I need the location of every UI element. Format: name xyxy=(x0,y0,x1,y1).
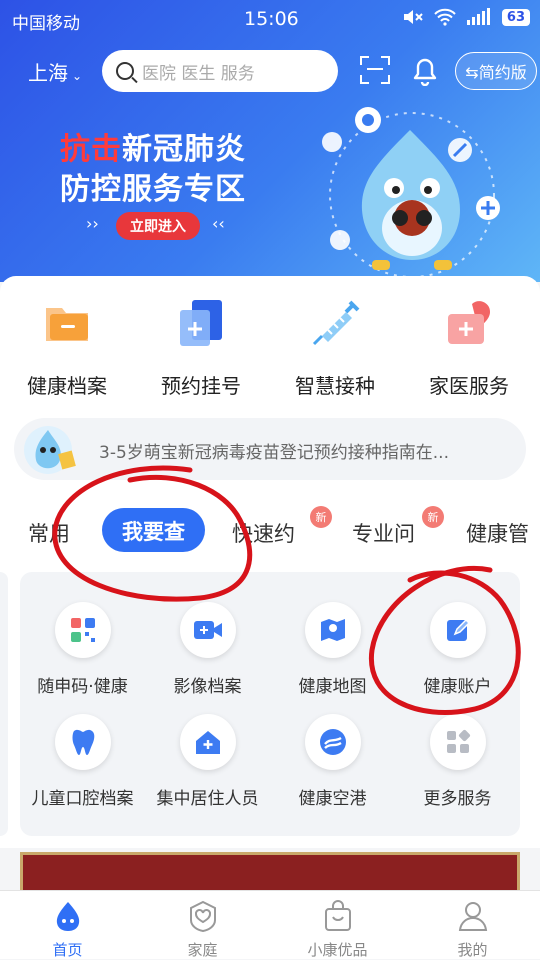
scan-icon[interactable] xyxy=(360,56,390,84)
tabbar-shop[interactable]: 小康优品 xyxy=(270,891,405,959)
status-icons: 63 xyxy=(402,8,530,26)
tabbar-home[interactable]: 首页 xyxy=(0,891,135,959)
tabbar-label: 我的 xyxy=(457,941,488,959)
tooth-icon xyxy=(72,729,94,755)
service-label: 集中居住人员 xyxy=(156,789,259,809)
video-icon xyxy=(193,621,222,639)
edit-icon xyxy=(446,618,470,641)
tabbar-label: 首页 xyxy=(52,941,83,959)
service-label: 更多服务 xyxy=(423,789,492,809)
medical-kit-icon xyxy=(448,301,490,344)
mascot-avatar-icon xyxy=(24,426,76,474)
service-health-airport[interactable]: 健康空港 xyxy=(270,714,395,809)
city-label: 上海 xyxy=(28,61,68,85)
hero-header: 中国移动 15:06 63 上海 ⌄ 医院 医生 服务 ⇆简约版 抗击新冠肺炎 防… xyxy=(0,0,540,282)
battery-indicator: 63 xyxy=(501,8,530,26)
quick-label: 家医服务 xyxy=(429,374,509,398)
quick-label: 预约挂号 xyxy=(161,374,241,398)
tab-health-management[interactable]: 健康管 xyxy=(466,518,529,548)
tabbar-label: 小康优品 xyxy=(307,941,368,959)
service-health-account[interactable]: 健康账户 xyxy=(395,602,520,697)
banner-subtitle: 防控服务专区 xyxy=(60,172,246,207)
status-bar: 中国移动 15:06 63 xyxy=(0,0,540,38)
city-selector[interactable]: 上海 ⌄ xyxy=(28,57,82,86)
service-label: 儿童口腔档案 xyxy=(31,789,134,809)
covid-banner[interactable]: 抗击新冠肺炎 防控服务专区 ›› 立即进入 ‹‹ xyxy=(0,100,540,280)
register-icon xyxy=(180,300,222,346)
quick-family-doctor[interactable]: 家医服务 xyxy=(402,296,536,399)
tab-query[interactable]: 我要查 xyxy=(102,508,205,552)
banner-title: 抗击新冠肺炎 xyxy=(60,132,246,167)
certificate-preview[interactable] xyxy=(0,848,540,894)
simple-mode-button[interactable]: ⇆简约版 xyxy=(455,52,537,90)
tab-common[interactable]: 常用 xyxy=(28,518,70,548)
bell-icon[interactable] xyxy=(411,54,439,86)
family-icon xyxy=(189,900,216,933)
map-icon xyxy=(320,619,345,641)
service-more[interactable]: 更多服务 xyxy=(395,714,520,809)
service-label: 健康空港 xyxy=(298,789,367,809)
previous-page-peek xyxy=(0,572,8,836)
category-tabs: 常用 我要查 快速约 专业问 新 健康管 新 xyxy=(0,506,540,558)
shopping-bag-icon xyxy=(324,900,351,931)
new-badge: 新 xyxy=(310,506,332,528)
top-bar: 上海 ⌄ 医院 医生 服务 ⇆简约版 xyxy=(0,46,540,94)
quick-register[interactable]: 预约挂号 xyxy=(134,296,268,399)
grid-icon xyxy=(446,729,470,753)
home-plus-icon xyxy=(195,731,220,754)
tabbar-label: 家庭 xyxy=(187,941,218,959)
service-label: 健康地图 xyxy=(298,677,367,697)
certificate-image xyxy=(20,852,520,894)
wifi-icon xyxy=(434,8,456,26)
notice-banner[interactable]: 3-5岁萌宝新冠病毒疫苗登记预约接种指南在... xyxy=(14,418,526,480)
qr-code-icon xyxy=(70,618,95,642)
tab-quick-appointment[interactable]: 快速约 xyxy=(232,518,295,548)
service-label: 健康账户 xyxy=(423,677,492,697)
home-mascot-icon xyxy=(56,902,79,931)
new-badge: 新 xyxy=(422,506,444,528)
search-placeholder: 医院 医生 服务 xyxy=(142,63,255,84)
carrier-label: 中国移动 xyxy=(12,14,80,34)
double-chevron-left-icon: ‹‹ xyxy=(212,214,225,233)
quick-health-record[interactable]: 健康档案 xyxy=(0,296,134,399)
tab-professional-ask[interactable]: 专业问 xyxy=(352,518,415,548)
main-panel: 健康档案 预约挂号 智慧接种 家医服务 3-5岁萌宝新冠病毒疫苗登记预约接种指南… xyxy=(0,276,540,848)
syringe-icon xyxy=(312,300,360,346)
user-icon xyxy=(458,902,487,931)
quick-label: 智慧接种 xyxy=(295,374,375,398)
double-chevron-right-icon: ›› xyxy=(86,214,99,233)
mascot-illustration xyxy=(322,107,500,278)
quick-actions: 健康档案 预约挂号 智慧接种 家医服务 xyxy=(0,296,540,399)
search-input[interactable]: 医院 医生 服务 xyxy=(102,50,338,92)
mute-icon xyxy=(403,10,423,24)
service-health-map[interactable]: 健康地图 xyxy=(270,602,395,697)
notice-text: 3-5岁萌宝新冠病毒疫苗登记预约接种指南在... xyxy=(99,443,449,463)
airport-icon xyxy=(319,729,346,755)
clock: 15:06 xyxy=(244,8,299,30)
chevron-down-icon: ⌄ xyxy=(72,69,83,83)
search-icon xyxy=(116,62,134,80)
service-label: 随申码·健康 xyxy=(37,677,128,697)
service-centralized-residents[interactable]: 集中居住人员 xyxy=(145,714,270,809)
service-child-dental[interactable]: 儿童口腔档案 xyxy=(20,714,145,809)
quick-vaccination[interactable]: 智慧接种 xyxy=(268,296,402,399)
service-label: 影像档案 xyxy=(173,677,242,697)
enter-now-button[interactable]: 立即进入 xyxy=(116,212,200,240)
tabbar-me[interactable]: 我的 xyxy=(405,891,540,959)
folder-icon xyxy=(46,308,88,341)
signal-icon xyxy=(466,8,490,25)
service-imaging-record[interactable]: 影像档案 xyxy=(145,602,270,697)
bottom-tab-bar: 首页 家庭 小康优品 我的 xyxy=(0,890,540,959)
quick-label: 健康档案 xyxy=(27,374,107,398)
service-suishen-code[interactable]: 随申码·健康 xyxy=(20,602,145,697)
services-grid: 随申码·健康 影像档案 健康地图 健康账户 儿童口腔档案 集中居住人员 健康空港 xyxy=(20,572,520,836)
tabbar-family[interactable]: 家庭 xyxy=(135,891,270,959)
